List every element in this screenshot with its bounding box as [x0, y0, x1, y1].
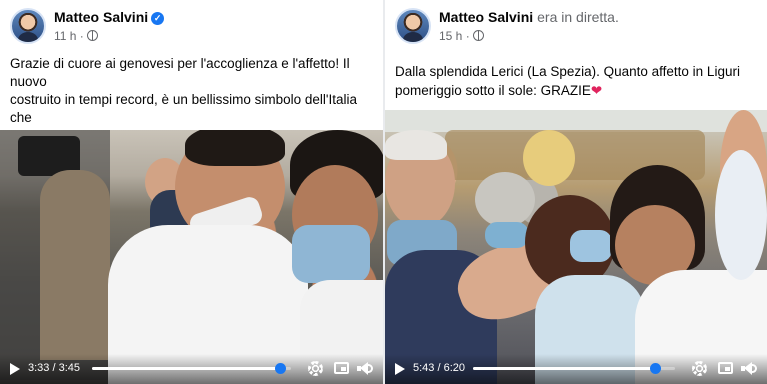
verified-badge-icon: ✓ [151, 12, 165, 25]
video-current-time: 5:43 [413, 362, 435, 374]
profile-avatar[interactable] [395, 8, 431, 44]
volume-icon[interactable] [741, 362, 757, 375]
video-controls: 5:43 / 6:20 [385, 354, 767, 384]
play-icon[interactable] [395, 363, 405, 375]
profile-avatar[interactable] [10, 8, 46, 44]
gear-icon[interactable] [692, 361, 707, 376]
heart-emoji-icon: ❤ [590, 82, 603, 98]
post-header: Matteo Salvini ✓ 11 h · [0, 0, 383, 52]
video-duration: 3:45 [58, 362, 81, 374]
post-text-content: Dalla splendida Lerici (La Spezia). Quan… [395, 64, 740, 98]
facebook-post-right: Matteo Salvini era in diretta. 15 h · Dal… [385, 0, 767, 384]
post-timestamp[interactable]: 11 h · [54, 29, 84, 43]
video-frame [0, 130, 383, 384]
volume-icon[interactable] [357, 362, 373, 375]
post-header: Matteo Salvini era in diretta. 15 h · [385, 0, 767, 52]
post-text: Dalla splendida Lerici (La Spezia). Quan… [395, 63, 767, 100]
video-controls: 3:33 / 3:45 [0, 354, 383, 384]
pip-icon[interactable] [718, 362, 733, 374]
video-time: 5:43 / 6:20 [413, 362, 465, 374]
video-time-separator: / [437, 362, 441, 374]
video-progress-bar[interactable] [92, 363, 291, 374]
video-duration: 6:20 [443, 362, 466, 374]
video-progress-bar[interactable] [473, 363, 675, 374]
live-status: era in diretta. [537, 9, 619, 25]
globe-icon [472, 30, 484, 41]
video-time-separator: / [52, 362, 56, 374]
video-player[interactable]: 5:43 / 6:20 [385, 110, 767, 384]
pip-icon[interactable] [334, 362, 349, 374]
post-timestamp[interactable]: 15 h · [439, 29, 470, 43]
video-time: 3:33 / 3:45 [28, 362, 80, 374]
video-current-time: 3:33 [28, 362, 50, 374]
video-progress-fill [92, 367, 281, 370]
play-icon[interactable] [10, 363, 20, 375]
author-name[interactable]: Matteo Salvini [439, 9, 533, 25]
video-progress-fill [473, 367, 656, 370]
facebook-post-left: Matteo Salvini ✓ 11 h · Grazie di cuore a… [0, 0, 383, 384]
video-progress-knob[interactable] [275, 363, 287, 374]
author-name[interactable]: Matteo Salvini [54, 9, 148, 25]
globe-icon [86, 30, 98, 41]
video-player[interactable]: 3:33 / 3:45 [0, 130, 383, 384]
gear-icon[interactable] [308, 361, 323, 376]
video-frame [385, 110, 767, 384]
video-progress-knob[interactable] [650, 363, 662, 374]
